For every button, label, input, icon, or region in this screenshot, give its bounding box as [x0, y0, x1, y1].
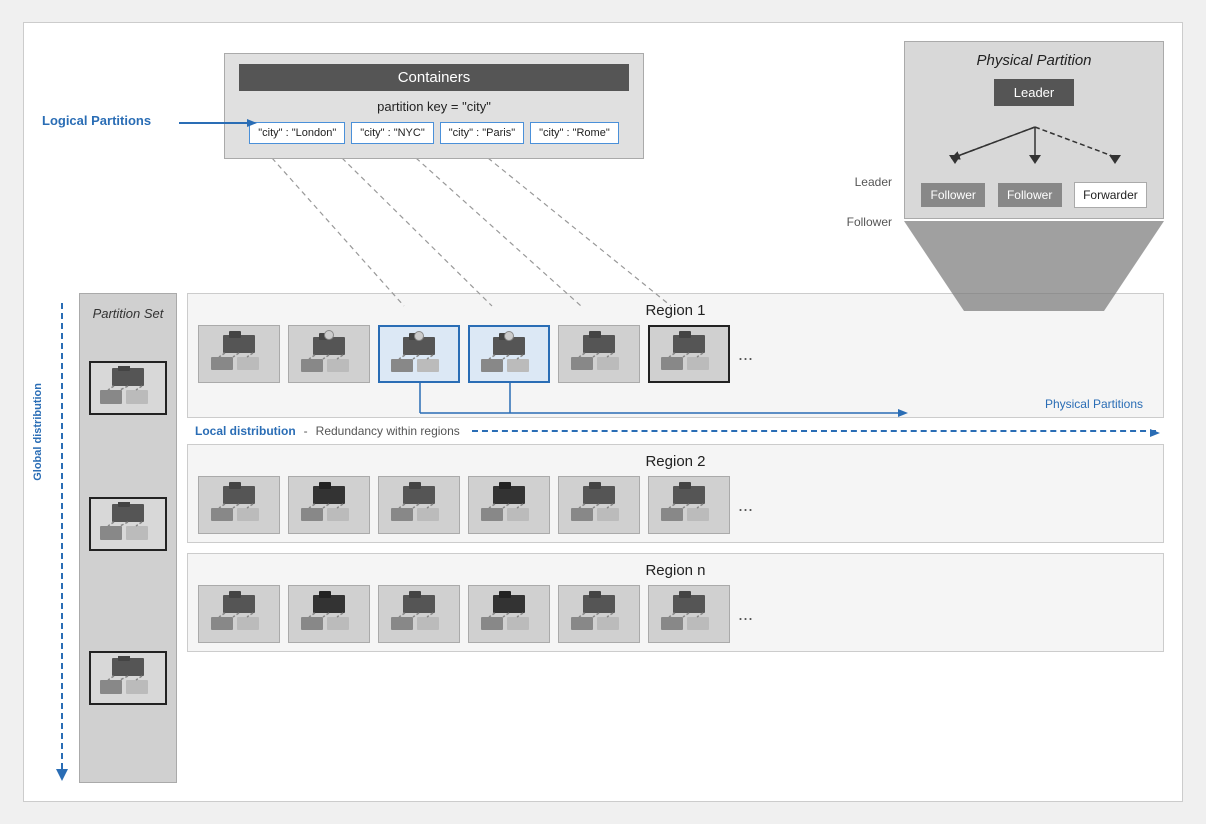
leader-box: Leader [994, 79, 1074, 106]
regionn-block: Region n [187, 553, 1164, 652]
main-canvas: Logical Partitions Containers partition … [23, 22, 1183, 802]
follower1-box: Follower [921, 183, 985, 207]
r1-partition-3-highlighted [468, 325, 550, 383]
global-dist-label: Global distribution [32, 383, 44, 481]
rn-p4 [558, 585, 640, 643]
region2-block: Region 2 [187, 444, 1164, 543]
partition-rome: "city" : "Rome" [530, 122, 619, 144]
r2-p0-icon [207, 482, 271, 528]
global-dist-arrow-svg [52, 303, 72, 783]
r1-partition-4 [558, 325, 640, 383]
region1-block: Region 1 [187, 293, 1164, 418]
r2-p1-icon [297, 482, 361, 528]
leader-label-side: Leader [855, 175, 892, 189]
r1-ellipsis: ... [738, 344, 753, 365]
physical-partition-box: Physical Partition Leader Fo [904, 41, 1164, 219]
containers-box: Containers partition key = "city" "city"… [224, 53, 644, 159]
rn-p0 [198, 585, 280, 643]
regions-area: Region 1 [187, 293, 1164, 783]
ps-icon-rn [89, 651, 167, 705]
containers-title: Containers [239, 64, 629, 91]
follower2-box: Follower [998, 183, 1062, 207]
spacer [187, 543, 1164, 553]
physical-partitions-label: Physical Partitions [1045, 397, 1143, 411]
regionn-title: Region n [198, 562, 1153, 579]
region1-title: Region 1 [198, 302, 1153, 319]
r2-p5-icon [657, 482, 721, 528]
r1-connector-svg [198, 383, 1153, 419]
rn-p2 [378, 585, 460, 643]
leader-follower-arrows [915, 122, 1153, 182]
global-dist-container [52, 303, 72, 788]
r2-p4-icon [567, 482, 631, 528]
region2-title: Region 2 [198, 453, 1153, 470]
local-dist-arrow [472, 430, 1156, 432]
physical-partition-title: Physical Partition [915, 52, 1153, 69]
logical-partitions-arrow [179, 116, 259, 130]
r1-partition-2-highlighted [378, 325, 460, 383]
ps-icon-r2 [89, 497, 167, 551]
r1-partition-1 [288, 325, 370, 383]
partition-set-col: Partition Set Redundancy across regions [79, 293, 177, 783]
content-area: Partition Set Redundancy across regions [79, 293, 1164, 783]
r1-partition-5 [648, 325, 730, 383]
r1-p4-icon [567, 331, 631, 377]
r2-p2 [378, 476, 460, 534]
local-dist-arrowhead [1150, 426, 1164, 440]
rn-p5 [648, 585, 730, 643]
rn-p3 [468, 585, 550, 643]
r2-p4 [558, 476, 640, 534]
rn-p4-icon [567, 591, 631, 637]
partition-set-title: Partition Set [93, 306, 164, 321]
partition-nyc: "city" : "NYC" [351, 122, 434, 144]
region1-partitions: ... [198, 325, 1153, 383]
ps-icon-r1 [89, 361, 167, 415]
ps-r2-svg [98, 502, 158, 546]
logical-partitions-label: Logical Partitions [42, 113, 151, 128]
follower-label-side: Follower [847, 215, 892, 229]
r2-p2-icon [387, 482, 451, 528]
regionn-partitions: ... [198, 585, 1153, 643]
ps-r1-svg [98, 366, 158, 410]
ps-rn-svg [98, 656, 158, 700]
local-dist-label: Local distribution [195, 424, 296, 438]
rn-p1 [288, 585, 370, 643]
r1-p0-icon [207, 331, 271, 377]
pp-bottom-row: Follower Follower Forwarder [915, 182, 1153, 208]
r2-p3-icon [477, 482, 541, 528]
rn-p3-icon [477, 591, 541, 637]
partition-boxes-row: "city" : "London" "city" : "NYC" "city" … [239, 122, 629, 144]
r2-p3 [468, 476, 550, 534]
local-dist-text: Redundancy within regions [316, 424, 460, 438]
rn-p0-icon [207, 591, 271, 637]
region2-partitions: ... [198, 476, 1153, 534]
r2-p0 [198, 476, 280, 534]
local-dist-dash: - [304, 424, 308, 438]
r2-ellipsis: ... [738, 495, 753, 516]
container-connector-lines [224, 158, 744, 308]
partition-paris: "city" : "Paris" [440, 122, 524, 144]
r2-p1 [288, 476, 370, 534]
rn-p5-icon [657, 591, 721, 637]
rn-p1-icon [297, 591, 361, 637]
partition-key-label: partition key = "city" [239, 99, 629, 114]
rn-ellipsis: ... [738, 604, 753, 625]
r1-p5-icon [657, 331, 721, 377]
r2-p5 [648, 476, 730, 534]
r1-partition-0 [198, 325, 280, 383]
rn-p2-icon [387, 591, 451, 637]
partition-london: "city" : "London" [249, 122, 345, 144]
forwarder-box: Forwarder [1074, 182, 1147, 208]
local-dist-row: Local distribution - Redundancy within r… [187, 424, 1164, 438]
r1-connector-area: Physical Partitions [198, 383, 1153, 413]
